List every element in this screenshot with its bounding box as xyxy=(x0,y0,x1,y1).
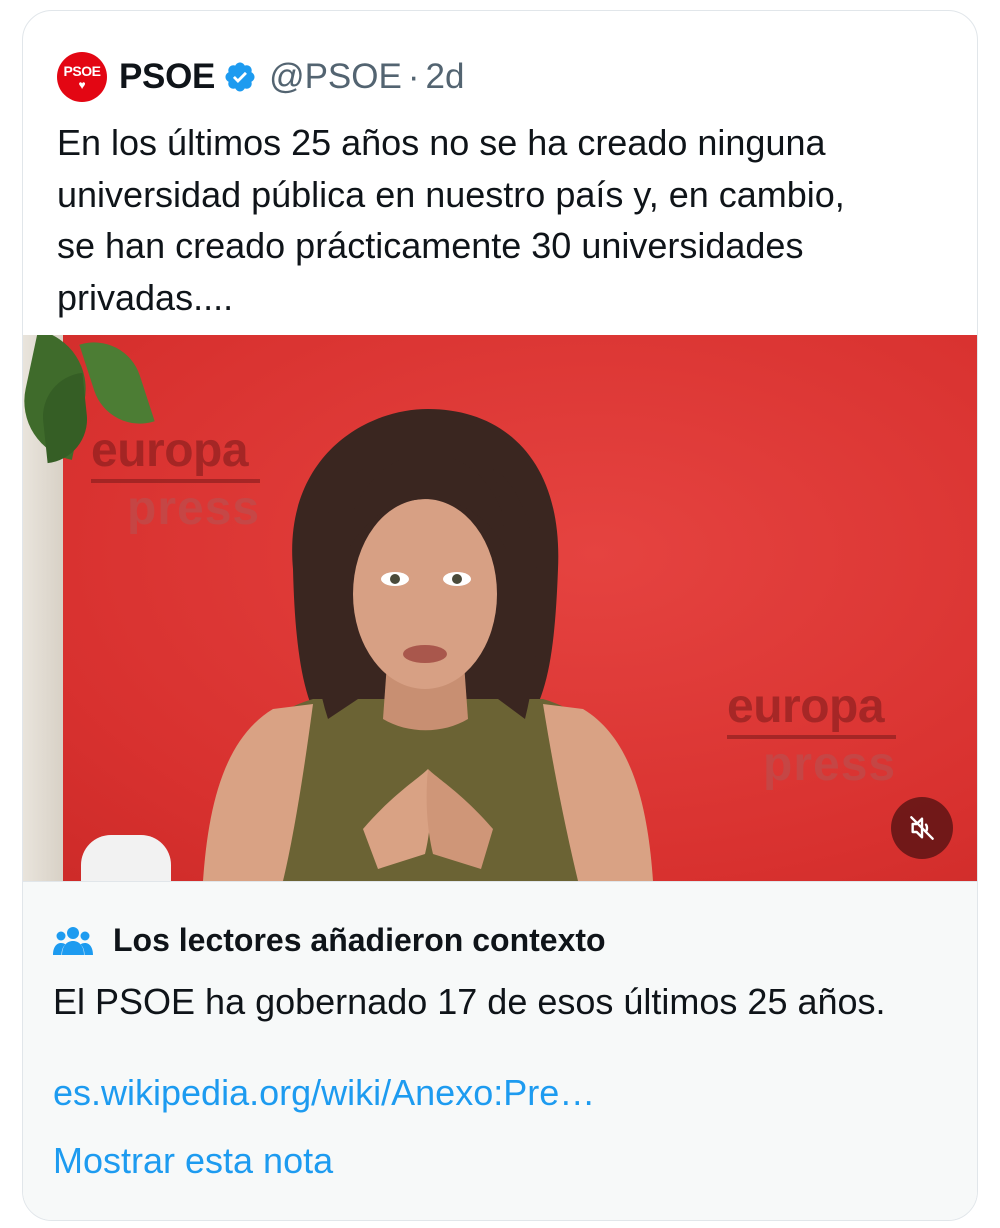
people-icon xyxy=(53,926,93,955)
community-note-source-link[interactable]: es.wikipedia.org/wiki/Anexo:Pre… xyxy=(53,1072,595,1114)
watermark-top: europa xyxy=(91,424,249,477)
community-note-header: Los lectores añadieron contexto xyxy=(53,922,606,959)
watermark-bottom: press xyxy=(763,738,897,791)
community-note-title: Los lectores añadieron contexto xyxy=(113,922,606,958)
user-handle[interactable]: @PSOE xyxy=(269,57,402,97)
watermark: europa press xyxy=(727,680,897,791)
watermark-bottom: press xyxy=(127,482,261,535)
community-note: Los lectores añadieron contexto El PSOE … xyxy=(23,881,977,1220)
community-note-body: El PSOE ha gobernado 17 de esos últimos … xyxy=(53,981,886,1022)
heart-icon: ♥ xyxy=(78,77,86,92)
tweet-card[interactable]: PSOE ♥ PSOE @PSOE · 2d En los últimos 25… xyxy=(22,10,978,1221)
verified-badge-icon xyxy=(225,62,255,92)
timestamp[interactable]: 2d xyxy=(426,57,465,97)
display-name[interactable]: PSOE xyxy=(119,57,215,97)
volume-off-icon xyxy=(910,816,934,840)
tweet-header: PSOE ♥ PSOE @PSOE · 2d xyxy=(57,51,464,103)
video-player[interactable]: europa press europa press xyxy=(23,335,977,881)
avatar[interactable]: PSOE ♥ xyxy=(57,52,107,102)
tweet-text: En los últimos 25 años no se ha creado n… xyxy=(57,122,845,318)
show-note-link[interactable]: Mostrar esta nota xyxy=(53,1140,333,1182)
avatar-label: PSOE xyxy=(63,62,101,79)
chair xyxy=(81,835,171,881)
watermark: europa press xyxy=(91,424,261,535)
watermark-top: europa xyxy=(727,680,885,733)
separator: · xyxy=(407,57,420,96)
unmute-button[interactable] xyxy=(891,797,953,859)
